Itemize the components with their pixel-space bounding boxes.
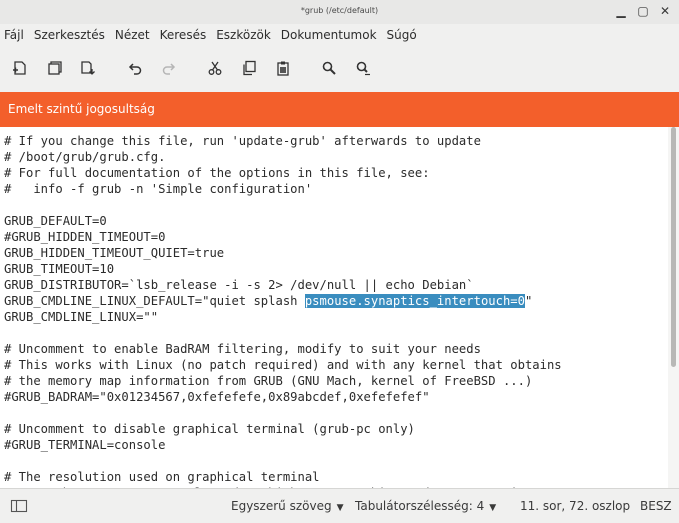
close-button[interactable]: ✕ — [657, 2, 673, 20]
menu-bar: Fájl Szerkesztés Nézet Keresés Eszközök … — [0, 24, 679, 46]
maximize-button[interactable]: ▢ — [635, 2, 651, 20]
find-icon — [322, 61, 336, 75]
code-line: GRUB_HIDDEN_TIMEOUT_QUIET=true — [4, 246, 225, 260]
undo-icon — [128, 63, 142, 75]
syntax-label: Egyszerű szöveg — [231, 499, 332, 513]
menu-edit[interactable]: Szerkesztés — [29, 24, 110, 46]
code-line: # The resolution used on graphical termi… — [4, 470, 320, 484]
side-panel-toggle[interactable] — [10, 498, 28, 514]
find-button[interactable] — [319, 58, 339, 78]
save-document-icon — [81, 61, 95, 75]
cursor-position: 11. sor, 72. oszlop — [520, 499, 631, 513]
code-text: GRUB_CMDLINE_LINUX_DEFAULT="quiet splash — [4, 294, 305, 308]
menu-view[interactable]: Nézet — [110, 24, 155, 46]
chevron-down-icon: ▼ — [489, 503, 497, 513]
tab-width-selector[interactable]: Tabulátorszélesség: 4 ▼ — [355, 499, 496, 513]
menu-help[interactable]: Súgó — [382, 24, 422, 46]
privilege-infobar: Emelt szintű jogosultság — [0, 92, 679, 127]
title-bar: *grub (/etc/default) ▁ ▢ ✕ — [0, 0, 679, 25]
new-document-icon — [13, 61, 26, 75]
code-line: GRUB_TIMEOUT=10 — [4, 262, 115, 276]
code-line: # Uncomment to enable BadRAM filtering, … — [4, 342, 481, 356]
code-line: # For full documentation of the options … — [4, 166, 430, 180]
copy-button[interactable] — [239, 58, 259, 78]
menu-tools[interactable]: Eszközök — [211, 24, 276, 46]
text-editor[interactable]: # If you change this file, run 'update-g… — [0, 127, 668, 488]
code-line: GRUB_CMDLINE_LINUX="" — [4, 310, 159, 324]
paste-button[interactable] — [273, 58, 293, 78]
redo-icon — [162, 63, 176, 75]
menu-documents[interactable]: Dokumentumok — [276, 24, 382, 46]
copy-icon — [243, 60, 256, 76]
code-line: GRUB_CMDLINE_LINUX_DEFAULT="quiet splash… — [4, 293, 532, 309]
save-document-button[interactable] — [78, 58, 98, 78]
tab-width-label: Tabulátorszélesség: 4 — [355, 499, 485, 513]
paste-icon — [277, 61, 289, 76]
undo-button[interactable] — [125, 58, 145, 78]
code-line: #GRUB_BADRAM="0x01234567,0xfefefefe,0x89… — [4, 390, 430, 404]
cut-icon — [208, 61, 222, 75]
open-document-button[interactable] — [45, 58, 65, 78]
editor-scrollbar[interactable] — [668, 127, 679, 488]
code-line: # the memory map information from GRUB (… — [4, 374, 533, 388]
cut-button[interactable] — [205, 58, 225, 78]
menu-search[interactable]: Keresés — [155, 24, 212, 46]
code-line: # If you change this file, run 'update-g… — [4, 134, 481, 148]
selected-text: psmouse.synaptics_intertouch=0 — [304, 294, 525, 308]
menu-file[interactable]: Fájl — [0, 24, 29, 46]
toolbar — [0, 46, 679, 93]
find-replace-button[interactable] — [353, 58, 373, 78]
privilege-infobar-text: Emelt szintű jogosultság — [8, 102, 155, 116]
syntax-selector[interactable]: Egyszerű szöveg ▼ — [231, 499, 344, 513]
insert-mode-indicator: BESZ — [640, 499, 672, 513]
window-controls: ▁ ▢ ✕ — [613, 2, 673, 20]
window-title: *grub (/etc/default) — [300, 6, 379, 15]
minimize-button[interactable]: ▁ — [613, 2, 629, 20]
redo-button[interactable] — [159, 58, 179, 78]
code-line: # Uncomment to disable graphical termina… — [4, 422, 415, 436]
code-line: # This works with Linux (no patch requir… — [4, 358, 562, 372]
code-line: #GRUB_TERMINAL=console — [4, 438, 166, 452]
code-line: GRUB_DISTRIBUTOR=`lsb_release -i -s 2> /… — [4, 278, 474, 292]
status-bar: Egyszerű szöveg ▼ Tabulátorszélesség: 4 ▼ … — [0, 488, 679, 523]
scrollbar-thumb[interactable] — [671, 127, 676, 367]
chevron-down-icon: ▼ — [336, 503, 344, 513]
code-text: " — [524, 294, 533, 308]
new-document-button[interactable] — [10, 58, 30, 78]
code-line: GRUB_DEFAULT=0 — [4, 214, 107, 228]
side-panel-icon — [10, 499, 28, 513]
open-document-icon — [48, 61, 62, 75]
code-line: # info -f grub -n 'Simple configuration' — [4, 182, 313, 196]
code-line: # /boot/grub/grub.cfg. — [4, 150, 166, 164]
code-line: #GRUB_HIDDEN_TIMEOUT=0 — [4, 230, 166, 244]
find-replace-icon — [356, 61, 370, 76]
